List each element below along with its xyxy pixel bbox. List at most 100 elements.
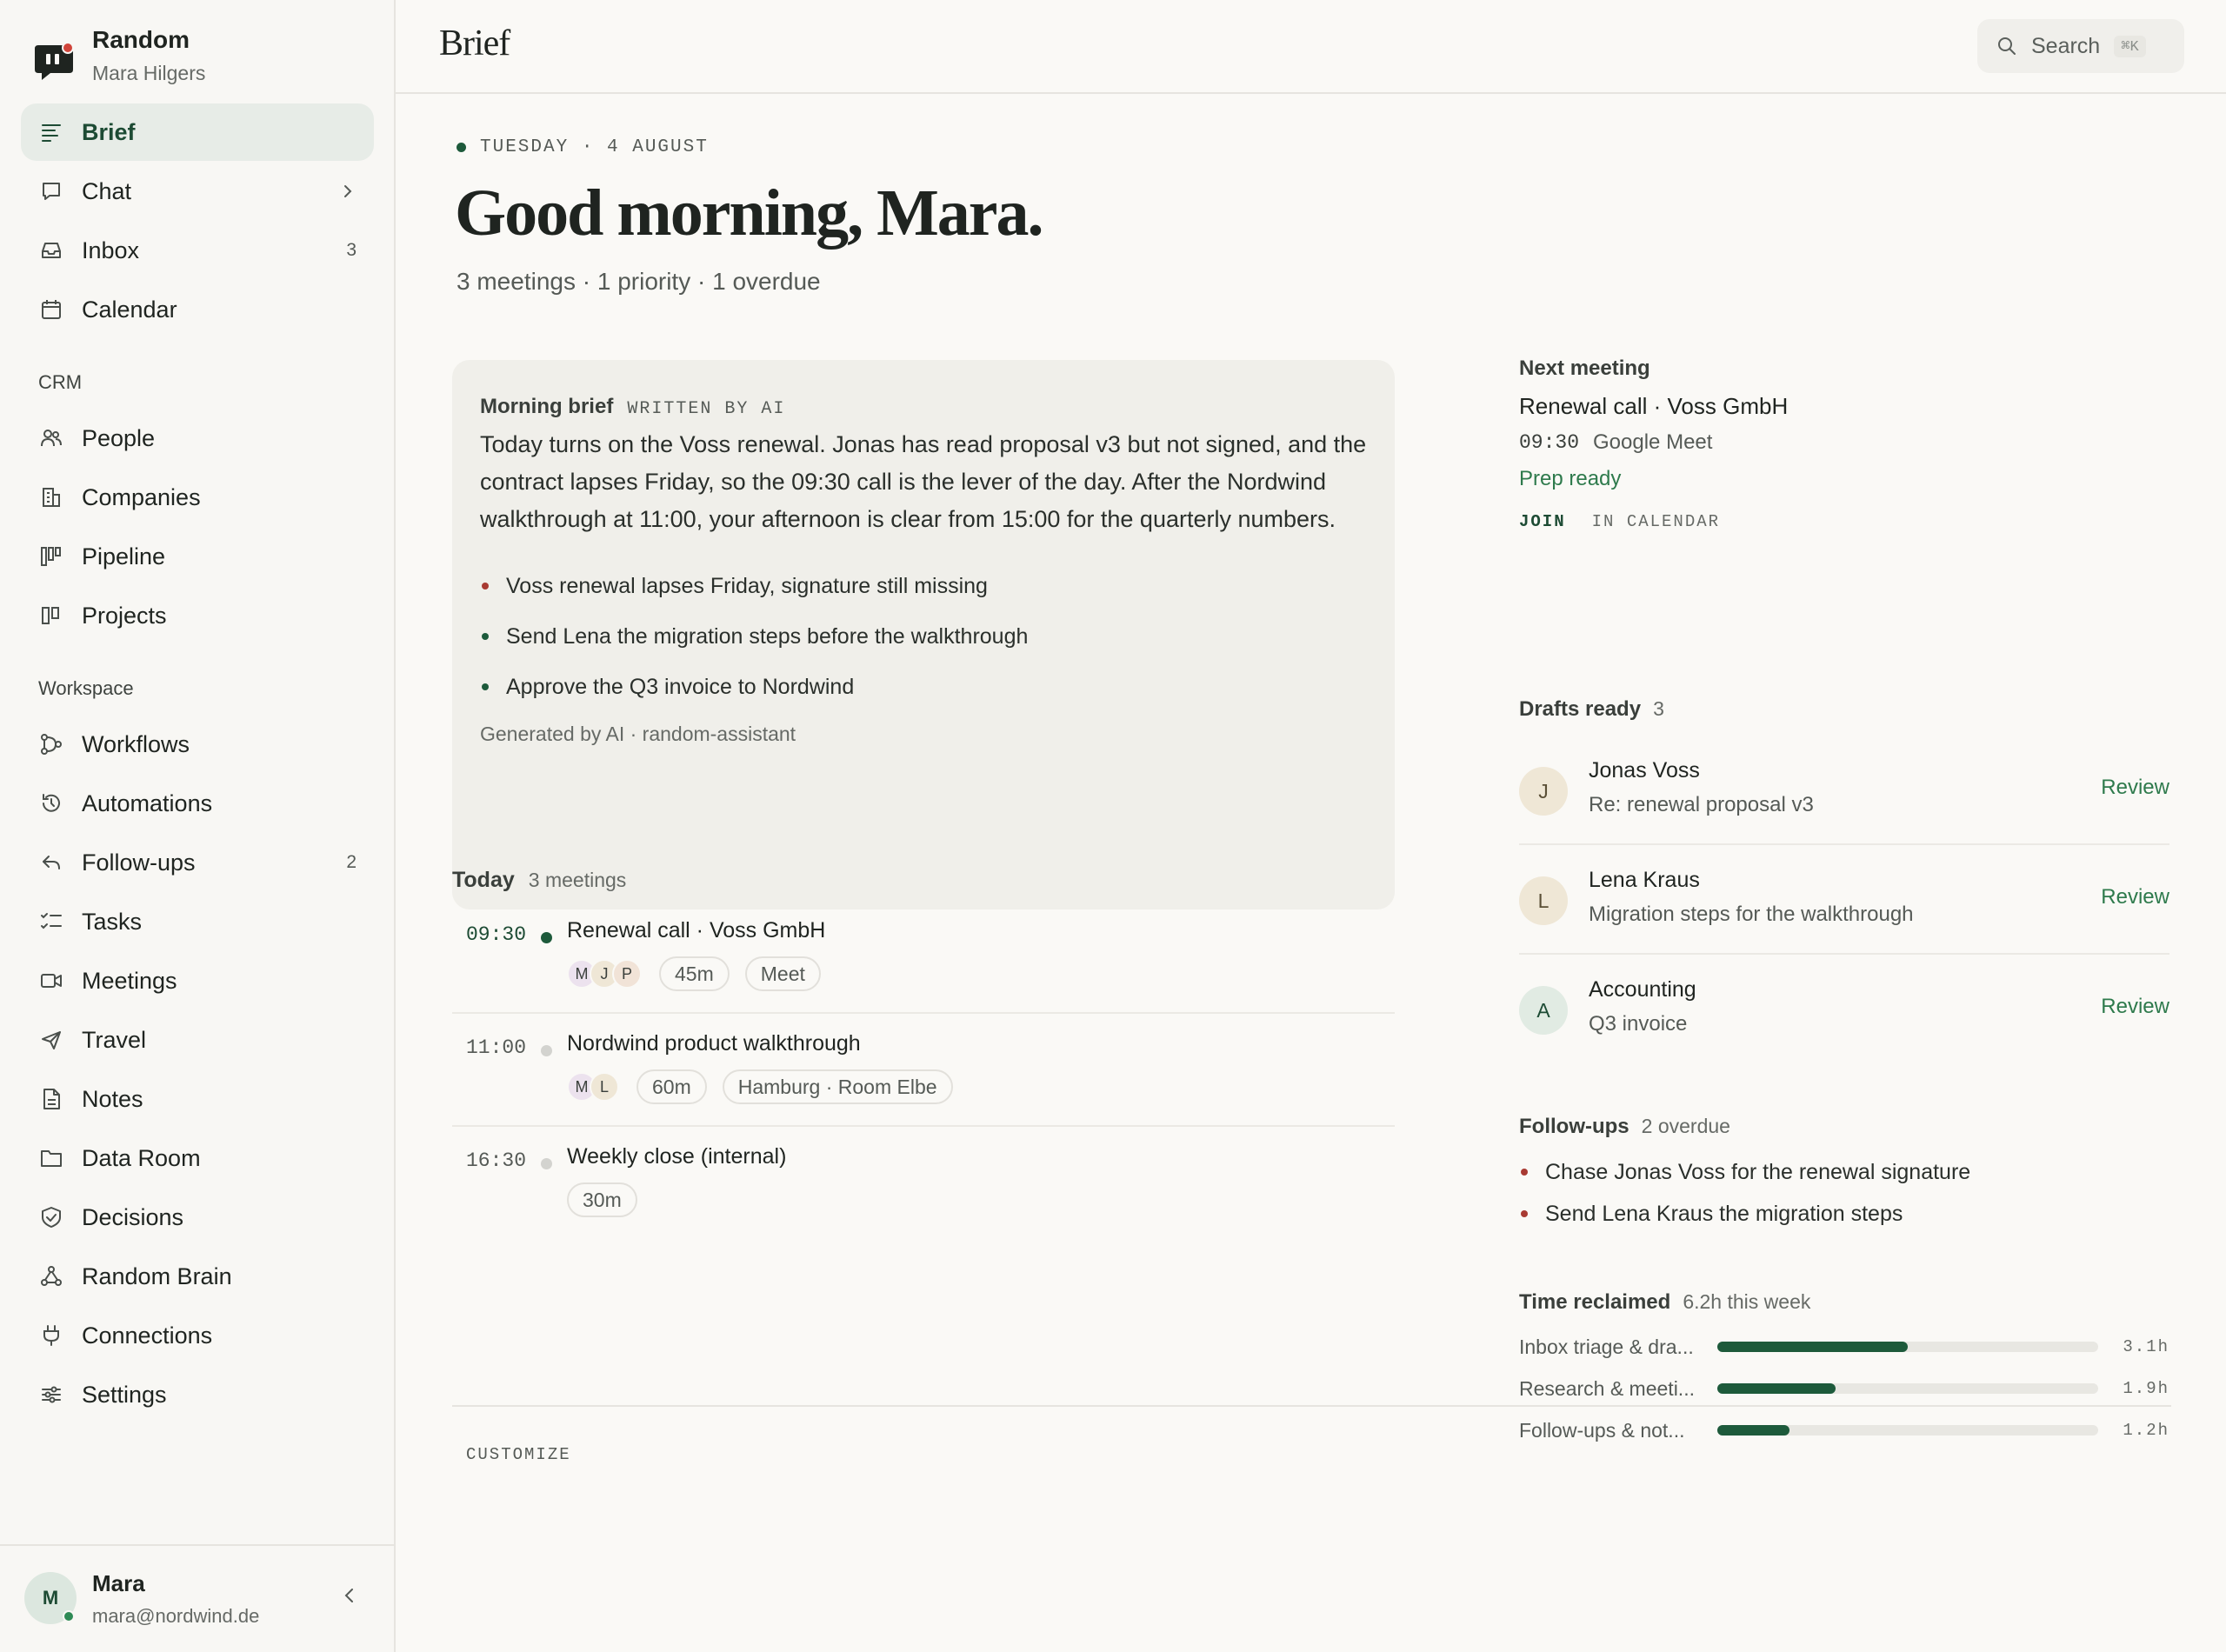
meeting-row[interactable]: 16:30 Weekly close (internal) 30m [452,1127,1395,1240]
sidebar-item-workflows[interactable]: Workflows [21,716,374,773]
list-item[interactable]: Chase Jonas Voss for the renewal signatu… [1519,1151,1970,1193]
workspace-switcher[interactable]: Random Mara Hilgers [33,24,205,87]
section-label-workspace: Workspace [38,677,134,699]
avatar: L [1519,876,1568,925]
sidebar-item-tasks[interactable]: Tasks [21,893,374,950]
sidebar-item-label: Automations [82,789,213,816]
meeting-time: 16:30 [466,1149,527,1172]
user-profile[interactable]: M Mara mara@nordwind.de [0,1544,394,1652]
automations-icon [38,790,64,816]
attendee-avatars: M J P [567,959,642,989]
time-bar-track [1717,1425,2098,1436]
sidebar-item-label: Chat [82,177,132,204]
brief-ai-tag: WRITTEN BY AI [627,399,786,419]
sidebar-item-label: Tasks [82,908,143,935]
sidebar-item-settings[interactable]: Settings [21,1366,374,1423]
draft-row[interactable]: A Accounting Q3 invoice Review [1519,955,2169,1064]
sidebar-item-label: Inbox [82,236,140,263]
draft-subject: Migration steps for the walkthrough [1589,903,1914,926]
sidebar-item-label: Calendar [82,296,177,323]
sidebar-item-automations[interactable]: Automations [21,775,374,832]
duration-pill: 30m [567,1182,637,1217]
time-bar-label: Research & meeti... [1519,1376,1695,1400]
open-in-calendar-button[interactable]: IN CALENDAR [1592,512,1720,531]
follow-ups-heading: Follow-ups [1519,1115,1630,1138]
drafts-count: 3 [1653,697,1664,720]
user-name: Mara [92,1570,145,1596]
drafts-heading: Drafts ready [1519,697,1642,721]
review-button[interactable]: Review [2101,885,2169,909]
sidebar-item-connections[interactable]: Connections [21,1307,374,1364]
draft-subject: Re: renewal proposal v3 [1589,793,1814,816]
sidebar-item-travel[interactable]: Travel [21,1011,374,1069]
location-pill: Meet [744,956,821,991]
greeting-title: Good morning, Mara. [455,177,1044,250]
search-shortcut: ⌘K [2114,35,2146,57]
time-bar-fill [1717,1383,1836,1394]
sidebar-item-label: Connections [82,1322,213,1349]
sidebar-item-decisions[interactable]: Decisions [21,1189,374,1246]
sidebar-item-pipeline[interactable]: Pipeline [21,528,374,585]
sidebar-item-calendar[interactable]: Calendar [21,281,374,338]
avatar: J [1519,767,1568,816]
draft-row[interactable]: L Lena Kraus Migration steps for the wal… [1519,845,2169,955]
list-item-text: Send Lena Kraus the migration steps [1545,1201,1903,1226]
meeting-title: Weekly close (internal) [567,1144,787,1169]
list-item-text: Send Lena the migration steps before the… [506,623,1029,649]
list-item-text: Chase Jonas Voss for the renewal signatu… [1545,1159,1971,1184]
sidebar-item-meetings[interactable]: Meetings [21,952,374,1009]
sidebar-item-projects[interactable]: Projects [21,587,374,644]
list-item[interactable]: Send Lena Kraus the migration steps [1519,1193,1970,1235]
list-item-text: Approve the Q3 invoice to Nordwind [506,674,855,699]
sidebar-item-people[interactable]: People [21,410,374,467]
meeting-time: 09:30 [466,923,527,946]
prep-status[interactable]: Prep ready [1519,467,2169,491]
meeting-row[interactable]: 09:30 Renewal call · Voss GmbH M J P 45m… [452,901,1395,1014]
sidebar-item-inbox[interactable]: Inbox 3 [21,222,374,279]
connections-icon [38,1322,64,1349]
follow-ups-icon [38,849,64,876]
people-icon [38,425,64,451]
time-bar-row: Inbox triage & dra... 3.1h [1519,1334,2169,1360]
duration-pill: 45m [659,956,730,991]
decisions-icon [38,1204,64,1230]
draft-row[interactable]: J Jonas Voss Re: renewal proposal v3 Rev… [1519,736,2169,845]
join-button[interactable]: JOIN [1519,512,1566,531]
customize-button[interactable]: CUSTOMIZE [466,1445,571,1464]
main-content: TUESDAY · 4 AUGUST Good morning, Mara. 3… [396,96,2226,1652]
sidebar-item-follow-ups[interactable]: Follow-ups 2 [21,834,374,891]
data-room-icon [38,1145,64,1171]
sidebar-item-label: People [82,424,156,451]
divider [452,1405,2171,1407]
workspace-logo-icon [33,40,75,82]
top-bar: Brief Search ⌘K [396,0,2226,94]
sidebar-item-brief[interactable]: Brief [21,103,374,161]
avatar: A [1519,986,1568,1035]
brief-footer: Generated by AI · random-assistant [480,723,796,745]
online-status-icon [63,1610,75,1622]
collapse-sidebar-icon[interactable] [340,1586,359,1605]
review-button[interactable]: Review [2101,995,2169,1019]
chevron-right-icon [339,183,357,200]
review-button[interactable]: Review [2101,776,2169,800]
sidebar-item-data-room[interactable]: Data Room [21,1129,374,1187]
avatar: L [590,1072,619,1102]
list-item: Voss renewal lapses Friday, signature st… [480,561,1367,611]
right-column: Next meeting Renewal call · Voss GmbH 09… [1519,356,2169,1442]
chat-icon [38,178,64,204]
sidebar-item-random-brain[interactable]: Random Brain [21,1248,374,1305]
next-meeting-time: 09:30 [1519,431,1580,454]
sidebar-item-label: Brief [82,118,136,145]
sidebar-item-chat[interactable]: Chat [21,163,374,220]
meeting-row[interactable]: 11:00 Nordwind product walkthrough M L 6… [452,1014,1395,1127]
sidebar-item-notes[interactable]: Notes [21,1070,374,1128]
time-bar-value: 1.9h [2123,1379,2169,1398]
search-button[interactable]: Search ⌘K [1977,19,2184,73]
sidebar-item-companies[interactable]: Companies [21,469,374,526]
meeting-title: Renewal call · Voss GmbH [567,918,826,943]
today-title: Today [452,868,515,892]
meeting-dot-icon [541,1158,552,1169]
sidebar-item-label: Data Room [82,1144,201,1171]
avatar: M [24,1572,77,1624]
time-bar-value: 3.1h [2123,1337,2169,1356]
